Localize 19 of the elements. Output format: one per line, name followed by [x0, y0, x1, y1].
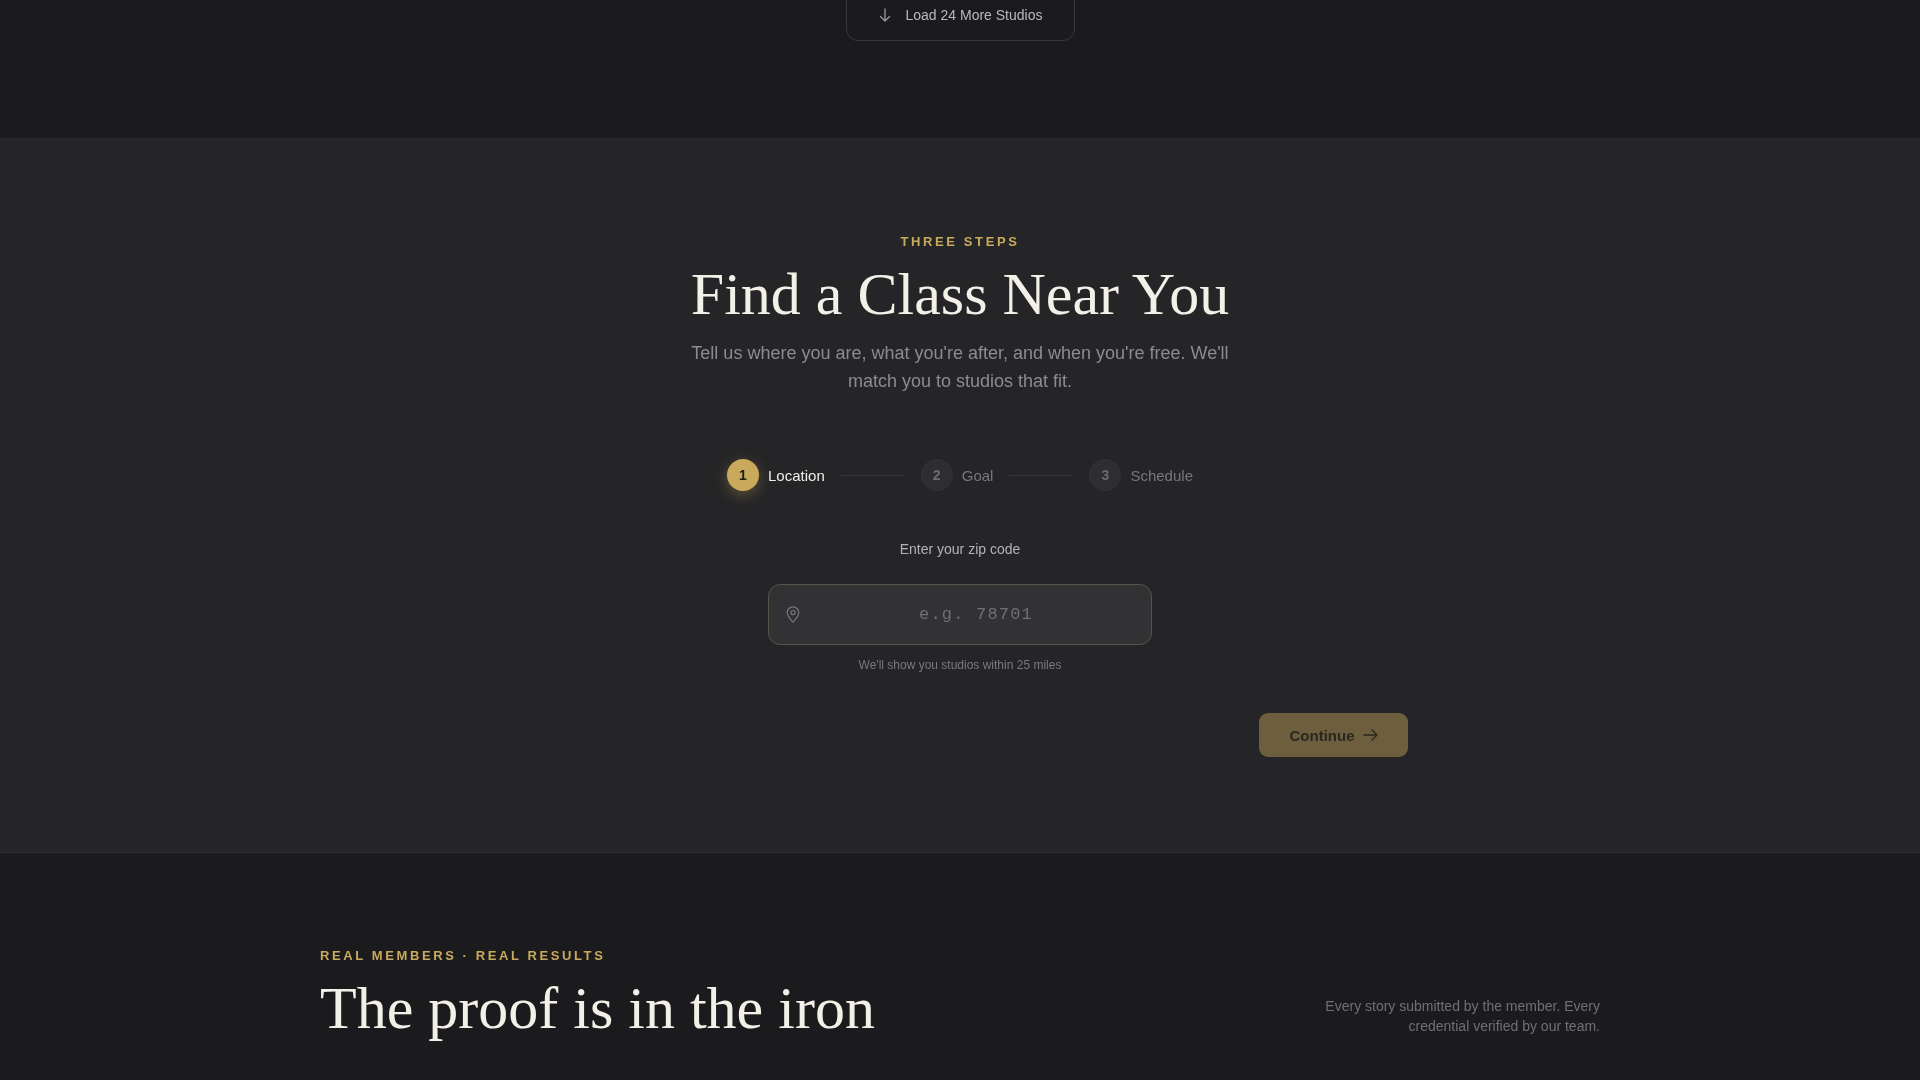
step-label: Location: [768, 466, 825, 484]
section-title: Find a Class Near You: [690, 261, 1230, 327]
step-number: 2: [920, 459, 953, 491]
section-note: Every story submitted by the member. Every credential verified by our team.: [1324, 997, 1600, 1036]
map-pin-icon: [786, 606, 800, 623]
step-number: 3: [1089, 459, 1122, 491]
step-number: 1: [727, 459, 759, 491]
field-hint: We'll show you studios within 25 miles: [858, 657, 1062, 673]
load-more-button[interactable]: Load 24 More Studios: [845, 0, 1075, 41]
step-label: Goal: [961, 466, 994, 484]
arrow-right-icon: [1362, 729, 1378, 741]
section-subtitle: Tell us where you are, what you're after, and when you're free. We'll match you to studios that fit.: [690, 342, 1230, 393]
step-label: Schedule: [1130, 466, 1193, 484]
zip-code-input[interactable]: e.g. 78701: [768, 584, 1152, 645]
field-label: Enter your zip code: [899, 540, 1021, 559]
section-title: The proof is in the iron: [320, 975, 875, 1041]
section-eyebrow: THREE STEPS: [900, 234, 1020, 250]
section-eyebrow: REAL MEMBERS · REAL RESULTS: [320, 948, 607, 964]
arrow-down-icon: [877, 8, 892, 22]
